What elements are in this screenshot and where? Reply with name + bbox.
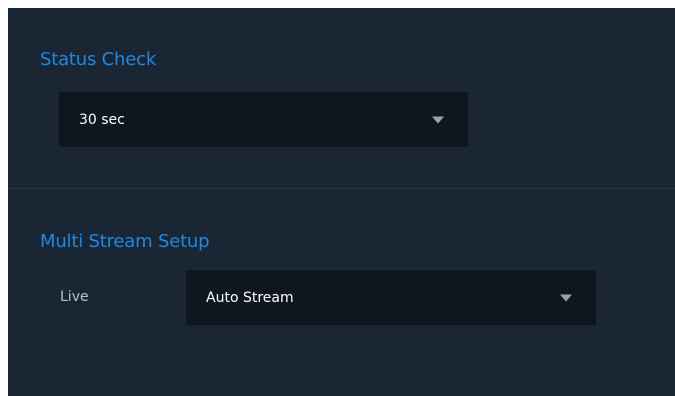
settings-panel: Status Check 30 sec Multi Stream Setup L… xyxy=(8,8,675,396)
live-stream-select[interactable]: Auto Stream xyxy=(186,270,596,325)
multi-stream-setup-title: Multi Stream Setup xyxy=(40,231,210,252)
section-divider xyxy=(8,188,675,189)
chevron-down-icon xyxy=(432,116,444,123)
status-check-select[interactable]: 30 sec xyxy=(59,92,468,147)
live-stream-select-value: Auto Stream xyxy=(206,289,294,306)
status-check-select-value: 30 sec xyxy=(79,111,125,128)
chevron-down-icon xyxy=(560,294,572,301)
status-check-title: Status Check xyxy=(40,49,157,70)
live-label: Live xyxy=(60,289,89,305)
